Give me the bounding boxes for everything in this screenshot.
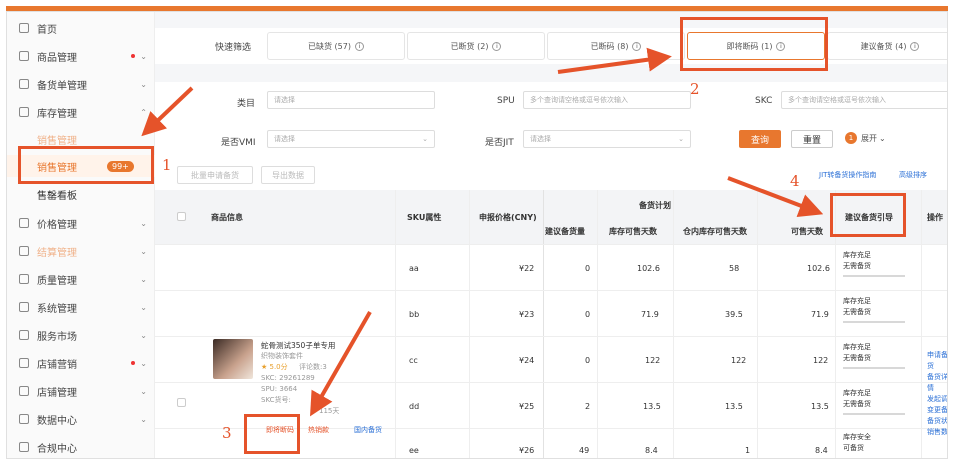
arrow-1 <box>141 86 194 137</box>
arrow-2 <box>557 47 672 74</box>
annotation-arrows <box>141 47 824 417</box>
arrow-4 <box>727 176 824 217</box>
arrow-3 <box>310 311 372 417</box>
screenshot-frame: 首页 商品管理 ⌄ 备货单管理 ⌄ 库存管理 ⌃ 销售管理 销售管理 99+ 售罄看板 … <box>0 0 961 466</box>
